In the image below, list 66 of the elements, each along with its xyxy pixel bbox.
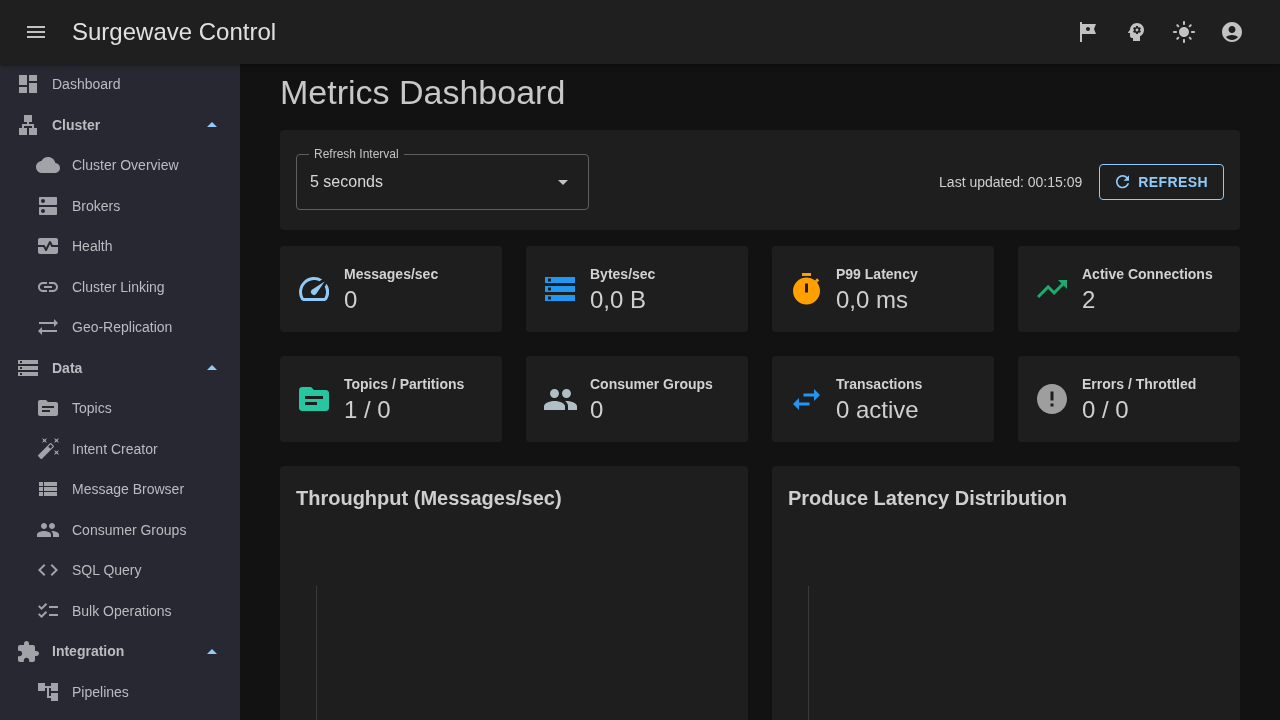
people-icon: [37, 522, 59, 537]
stat-value: 2: [1082, 286, 1096, 314]
app-title: Surgewave Control: [72, 18, 277, 46]
chart-title: Produce Latency Distribution: [788, 486, 1067, 511]
sun-icon[interactable]: [1173, 21, 1195, 43]
list-icon: [39, 482, 57, 497]
server-icon: [39, 196, 57, 215]
sidebar-item[interactable]: Pipelines: [36, 679, 129, 704]
sidebar-item[interactable]: Topics: [36, 396, 112, 421]
sidebar-item[interactable]: Geo-Replication: [36, 315, 173, 340]
sidebar-item[interactable]: Health: [36, 234, 113, 259]
swap-arrows-icon: [38, 319, 58, 336]
dashboard-icon: [19, 75, 37, 94]
sidebar-item[interactable]: Bulk Operations: [36, 598, 172, 623]
cloud-icon: [36, 157, 60, 174]
stat-label: Consumer Groups: [590, 375, 713, 394]
sidebar-item[interactable]: SQL Query: [36, 558, 142, 583]
stat-value: 0 active: [836, 396, 919, 424]
sidebar-item[interactable]: Dashboard: [16, 72, 121, 97]
sidebar-item[interactable]: Cluster: [16, 112, 101, 137]
select-label: Refresh Interval: [309, 147, 404, 161]
chart-title: Throughput (Messages/sec): [296, 486, 562, 511]
caret-up-icon[interactable]: [207, 648, 217, 654]
caret-down-icon: [558, 179, 568, 185]
sidebar-item[interactable]: Cluster Overview: [36, 153, 179, 178]
sidebar-item[interactable]: Message Browser: [36, 477, 185, 502]
stat-value: 0 / 0: [1082, 396, 1129, 424]
link-icon: [38, 281, 58, 292]
refresh-button[interactable]: REFRESH: [1099, 164, 1224, 200]
sidebar-item[interactable]: Data: [16, 355, 83, 380]
magic-wand-icon: [37, 438, 59, 460]
menu-icon[interactable]: [27, 26, 45, 38]
stat-value: 1 / 0: [344, 396, 391, 424]
heartbeat-monitor-icon: [38, 238, 58, 255]
flag-icon[interactable]: [1080, 22, 1096, 42]
stat-label: Transactions: [836, 375, 923, 394]
stat-label: Errors / Throttled: [1082, 375, 1197, 394]
stat-label: Messages/sec: [344, 265, 439, 284]
stat-value: 0: [590, 396, 604, 424]
select-value: 5 seconds: [310, 173, 383, 191]
puzzle-icon: [17, 640, 39, 662]
code-icon: [38, 564, 58, 577]
sidebar-item[interactable]: Intent Creator: [36, 436, 158, 461]
stat-label: Active Connections: [1082, 265, 1213, 284]
stat-label: Topics / Partitions: [344, 375, 465, 394]
hierarchy-icon: [38, 682, 58, 701]
user-icon[interactable]: [1222, 22, 1242, 42]
server-stack-icon: [18, 359, 38, 376]
stat-value: 0,0 B: [590, 286, 647, 314]
stat-label: P99 Latency: [836, 265, 918, 284]
folder-icon: [38, 400, 58, 417]
page-title: Metrics Dashboard: [280, 72, 566, 112]
sidebar-item[interactable]: Cluster Linking: [36, 274, 165, 299]
stat-value: 0: [344, 286, 358, 314]
sidebar-item[interactable]: Consumer Groups: [36, 517, 187, 542]
head-gear-icon[interactable]: [1128, 23, 1144, 41]
last-updated-text: Last updated: 00:15:09: [939, 174, 1083, 190]
sidebar-item[interactable]: Brokers: [36, 193, 121, 218]
caret-up-icon[interactable]: [207, 365, 217, 371]
caret-up-icon[interactable]: [207, 122, 217, 128]
network-icon: [19, 114, 37, 135]
checklist-icon: [38, 603, 58, 619]
stat-label: Bytes/sec: [590, 265, 656, 284]
sidebar-item[interactable]: Integration: [16, 639, 125, 664]
stat-value: 0,0 ms: [836, 286, 909, 314]
refresh-icon: [1115, 175, 1129, 189]
